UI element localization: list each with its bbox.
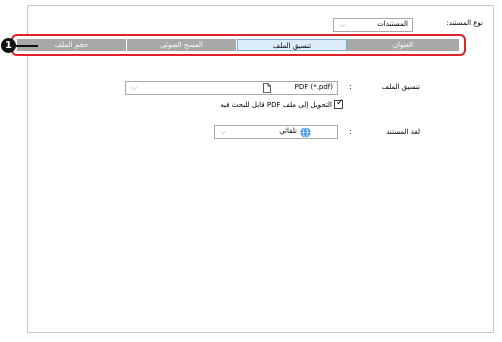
- convert-searchable-checkbox[interactable]: ✓: [334, 98, 344, 109]
- tab-bar: العنوان تنسيق الملف المسح الضوئي حجم الم…: [11, 34, 466, 56]
- file-format-label: تنسيق الملف: [381, 83, 420, 91]
- callout-marker: 1: [1, 38, 16, 53]
- doc-type-select[interactable]: المستندات ⌵: [333, 18, 413, 32]
- doc-language-label: لغة المستند: [386, 128, 420, 136]
- doc-type-label: نوع المستند:: [446, 19, 483, 27]
- callout-line: [16, 45, 38, 47]
- chevron-down-icon: ⌵: [130, 83, 138, 92]
- doc-language-select[interactable]: تلقائي ⌵: [214, 125, 338, 139]
- doc-language-value: تلقائي: [279, 127, 297, 135]
- doc-language-colon: :: [349, 127, 352, 136]
- document-icon: [263, 83, 271, 93]
- file-format-select[interactable]: PDF (*.pdf) ⌵: [125, 81, 338, 95]
- globe-icon: [300, 127, 311, 138]
- file-format-colon: :: [349, 82, 352, 91]
- convert-searchable-label: التحويل إلى ملف PDF قابل للبحث فيه: [220, 101, 332, 109]
- doc-type-value: المستندات: [377, 20, 408, 28]
- chevron-down-icon: ⌵: [338, 20, 346, 29]
- check-icon: ✓: [336, 98, 344, 108]
- tab-title[interactable]: العنوان: [347, 39, 460, 51]
- window: نوع المستند: المستندات ⌵ العنوان تنسيق ا…: [0, 0, 502, 342]
- file-format-value: PDF (*.pdf): [294, 83, 333, 91]
- tab-file-format[interactable]: تنسيق الملف: [237, 39, 347, 51]
- panel-divider: [27, 332, 494, 333]
- chevron-down-icon: ⌵: [219, 127, 227, 136]
- tab-scan[interactable]: المسح الضوئي: [127, 39, 237, 51]
